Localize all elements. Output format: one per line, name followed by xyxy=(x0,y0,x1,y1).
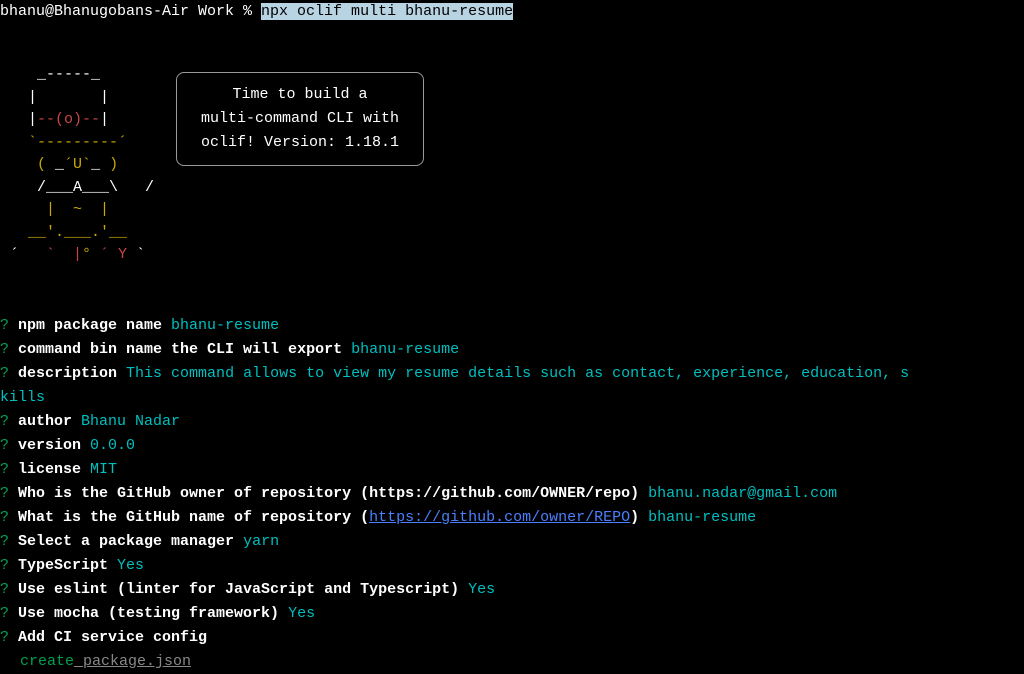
speech-line-1: Time to build a xyxy=(201,83,399,107)
question-package-name: ? npm package name bhanu-resume xyxy=(0,314,1024,338)
question-version: ? version 0.0.0 xyxy=(0,434,1024,458)
question-author: ? author Bhanu Nadar xyxy=(0,410,1024,434)
ascii-banner: _-----_ | | |--(o)--| `---------´ ( _´U`… xyxy=(0,64,1024,264)
prompt-questions: ? npm package name bhanu-resume ? comman… xyxy=(0,314,1024,674)
question-description-cont: kills xyxy=(0,386,1024,410)
github-repo-link[interactable]: https://github.com/owner/REPO xyxy=(369,509,630,526)
prompt-host: bhanu@Bhanugobans-Air Work % xyxy=(0,3,261,20)
yeoman-ascii-art: _-----_ | | |--(o)--| `---------´ ( _´U`… xyxy=(10,64,154,267)
prompt-command[interactable]: npx oclif multi bhanu-resume xyxy=(261,3,513,20)
speech-bubble: Time to build a multi-command CLI with o… xyxy=(176,72,424,166)
question-github-repo: ? What is the GitHub name of repository … xyxy=(0,506,1024,530)
question-github-owner: ? Who is the GitHub owner of repository … xyxy=(0,482,1024,506)
question-mocha: ? Use mocha (testing framework) Yes xyxy=(0,602,1024,626)
question-license: ? license MIT xyxy=(0,458,1024,482)
create-output-line: create package.json xyxy=(0,650,1024,674)
question-typescript: ? TypeScript Yes xyxy=(0,554,1024,578)
question-description: ? description This command allows to vie… xyxy=(0,362,1024,386)
question-eslint: ? Use eslint (linter for JavaScript and … xyxy=(0,578,1024,602)
speech-line-2: multi-command CLI with xyxy=(201,107,399,131)
speech-line-3: oclif! Version: 1.18.1 xyxy=(201,131,399,155)
question-ci-service: ? Add CI service config xyxy=(0,626,1024,650)
terminal-prompt-line: bhanu@Bhanugobans-Air Work % npx oclif m… xyxy=(0,0,1024,24)
question-package-manager: ? Select a package manager yarn xyxy=(0,530,1024,554)
question-bin-name: ? command bin name the CLI will export b… xyxy=(0,338,1024,362)
